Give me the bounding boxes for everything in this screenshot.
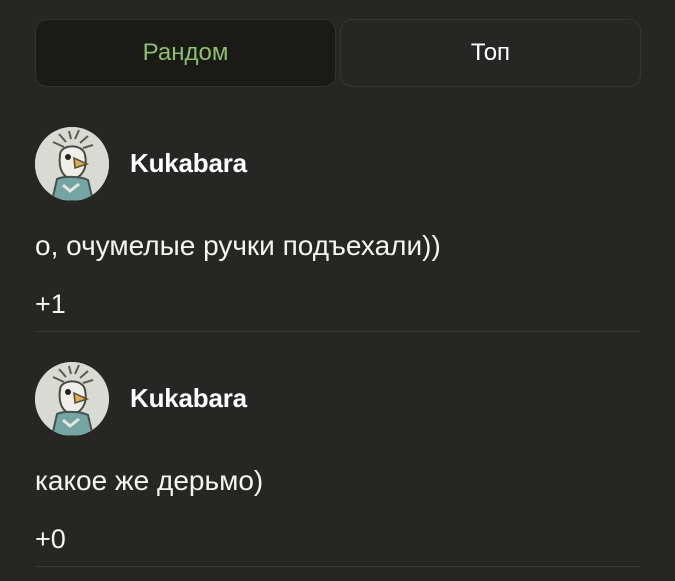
avatar[interactable]	[35, 126, 109, 201]
sort-tabs: Рандом Топ	[35, 19, 641, 87]
tab-random[interactable]: Рандом	[35, 19, 336, 87]
comment-item: Kukabara о, очумелые ручки подъехали)) +…	[35, 126, 640, 332]
comment-divider	[35, 566, 640, 567]
comment-item: Kukabara какое же дерьмо) +0	[35, 361, 640, 567]
comment-header: Kukabara	[35, 361, 640, 436]
tab-top[interactable]: Топ	[340, 19, 641, 87]
rooster-avatar-icon	[35, 361, 109, 436]
comment-score: +1	[35, 289, 66, 319]
comment-text: о, очумелые ручки подъехали))	[35, 230, 441, 261]
username[interactable]: Kukabara	[130, 148, 247, 179]
comment-divider	[35, 331, 640, 332]
comment-header: Kukabara	[35, 126, 640, 201]
comment-score: +0	[35, 524, 66, 554]
avatar[interactable]	[35, 361, 109, 436]
rooster-avatar-icon	[35, 126, 109, 201]
username[interactable]: Kukabara	[130, 383, 247, 414]
comment-text: какое же дерьмо)	[35, 465, 264, 496]
